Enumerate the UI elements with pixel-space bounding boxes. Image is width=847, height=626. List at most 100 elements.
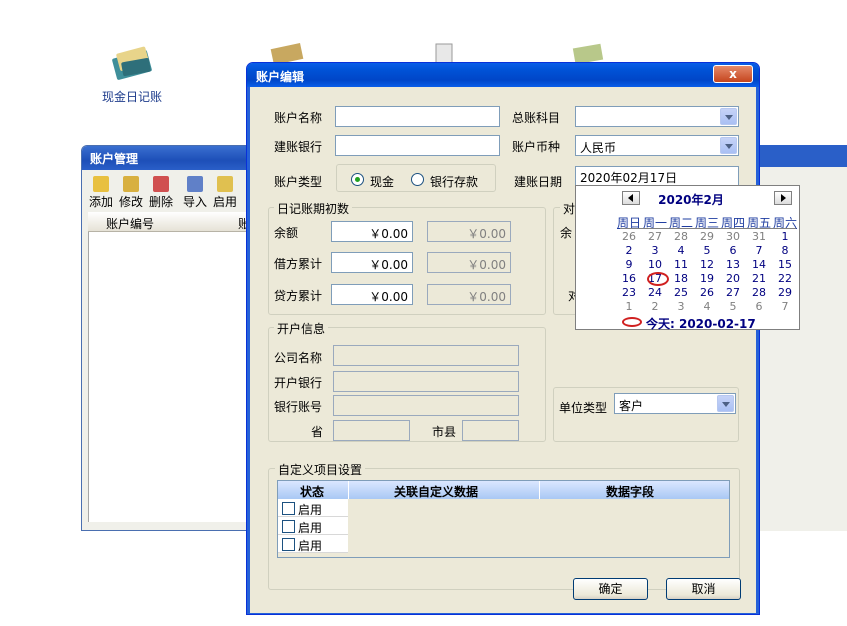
calendar-day[interactable]: 6 (746, 300, 772, 313)
calendar-day[interactable]: 30 (720, 230, 746, 243)
enable-label-3[interactable]: 启用 (298, 537, 322, 554)
calendar-day[interactable]: 20 (720, 272, 746, 285)
delete-button[interactable]: 删除 (146, 174, 176, 210)
calendar-day[interactable]: 22 (772, 272, 798, 285)
debit-total-input[interactable]: ￥0.00 (331, 252, 413, 273)
ledger-icon (270, 43, 304, 65)
balance-input[interactable]: ￥0.00 (331, 221, 413, 242)
calendar-day[interactable]: 1 (616, 300, 642, 313)
bank-account-input (333, 395, 519, 416)
calendar-day[interactable]: 7 (746, 244, 772, 257)
calendar-day[interactable]: 12 (694, 258, 720, 271)
calendar-day[interactable]: 1 (772, 230, 798, 243)
currency-select[interactable]: 人民币 (575, 135, 739, 156)
open-account-title: 开户信息 (274, 320, 329, 337)
enable-checkbox-2[interactable] (282, 520, 295, 533)
col-data-field[interactable]: 数据字段 (606, 483, 654, 500)
dialog-title: 账户编辑 (247, 63, 759, 87)
calendar-day[interactable]: 29 (772, 286, 798, 299)
radio-bank-deposit-label[interactable]: 银行存款 (430, 173, 478, 190)
enable-label-1[interactable]: 启用 (298, 501, 322, 518)
calendar-day[interactable]: 26 (694, 286, 720, 299)
calendar-day[interactable]: 13 (720, 258, 746, 271)
col-status[interactable]: 状态 (300, 483, 324, 500)
col-linked-data[interactable]: 关联自定义数据 (394, 483, 478, 500)
calendar-header: 2020年2月 (576, 186, 799, 209)
document-desktop-icon[interactable] (430, 40, 460, 65)
balance-label: 余额 (274, 226, 299, 240)
calendar-day[interactable]: 8 (772, 244, 798, 257)
calendar-day[interactable]: 31 (746, 230, 772, 243)
calendar-day[interactable]: 3 (642, 244, 668, 257)
calendar-day[interactable]: 3 (668, 300, 694, 313)
ledger-subject-select[interactable] (575, 106, 739, 127)
calendar-day[interactable]: 19 (694, 272, 720, 285)
col-account-number[interactable]: 账户编号 (106, 215, 154, 232)
calendar-day[interactable]: 5 (720, 300, 746, 313)
ok-button[interactable]: 确定 (573, 578, 648, 600)
enable-checkbox-3[interactable] (282, 538, 295, 551)
calendar-day[interactable]: 9 (616, 258, 642, 271)
calendar-day[interactable]: 28 (668, 230, 694, 243)
calendar-day[interactable]: 4 (668, 244, 694, 257)
import-button[interactable]: 导入 (180, 174, 210, 210)
province-label: 省 (311, 425, 324, 439)
calendar-day[interactable]: 6 (720, 244, 746, 257)
calendar-day[interactable]: 15 (772, 258, 798, 271)
edit-button[interactable]: 修改 (116, 174, 146, 210)
enable-button[interactable]: 启用 (210, 174, 240, 210)
city-input (462, 420, 519, 441)
calendar-day[interactable]: 27 (642, 230, 668, 243)
calendar-day[interactable]: 24 (642, 286, 668, 299)
bank-input[interactable] (335, 135, 500, 156)
calendar-day[interactable]: 29 (694, 230, 720, 243)
radio-cash[interactable] (351, 173, 364, 186)
calendar-day[interactable]: 21 (746, 272, 772, 285)
calendar-day[interactable]: 25 (668, 286, 694, 299)
initial-balance-title: 日记账期初数 (274, 200, 353, 217)
account-name-input[interactable] (335, 106, 500, 127)
calendar-day[interactable]: 10 (642, 258, 668, 271)
start-date-input[interactable]: 2020年02月17日 (575, 166, 739, 186)
chevron-down-icon[interactable] (717, 395, 734, 412)
unit-type-select[interactable]: 客户 (614, 393, 736, 414)
enable-label-2[interactable]: 启用 (298, 519, 322, 536)
calendar-day[interactable]: 14 (746, 258, 772, 271)
calendar-day[interactable]: 2 (616, 244, 642, 257)
selected-day-marker (647, 272, 669, 286)
account-type-label: 账户类型 (274, 175, 323, 189)
open-bank-label: 开户银行 (274, 376, 323, 390)
calendar-day[interactable]: 18 (668, 272, 694, 285)
calendar-day[interactable]: 4 (694, 300, 720, 313)
enable-checkbox-1[interactable] (282, 502, 295, 515)
radio-cash-label[interactable]: 现金 (370, 173, 394, 190)
chevron-down-icon[interactable] (720, 108, 737, 125)
calendar-day[interactable]: 26 (616, 230, 642, 243)
start-date-label: 建账日期 (514, 175, 563, 189)
calendar-day[interactable]: 7 (772, 300, 798, 313)
account-grid-body[interactable] (88, 232, 256, 522)
chevron-down-icon[interactable] (720, 137, 737, 154)
next-month-button[interactable] (774, 191, 792, 205)
calendar-day[interactable]: 16 (616, 272, 642, 285)
calendar-day[interactable]: 23 (616, 286, 642, 299)
add-button[interactable]: 添加 (86, 174, 116, 210)
cash-journal-desktop-icon[interactable] (108, 40, 158, 82)
credit-total-label: 贷方累计 (274, 289, 323, 303)
calendar-day[interactable]: 27 (720, 286, 746, 299)
calendar-day[interactable]: 11 (668, 258, 694, 271)
cancel-button[interactable]: 取消 (666, 578, 741, 600)
calendar-day[interactable]: 28 (746, 286, 772, 299)
radio-bank-deposit[interactable] (411, 173, 424, 186)
reconcile-balance-label: 余 (560, 226, 573, 240)
company-name-input (333, 345, 519, 366)
credit-total-input[interactable]: ￥0.00 (331, 284, 413, 305)
import-icon (187, 176, 203, 192)
cash-journal-label[interactable]: 现金日记账 (102, 88, 162, 105)
calendar-day[interactable]: 2 (642, 300, 668, 313)
calendar-day[interactable]: 5 (694, 244, 720, 257)
report-desktop-icon[interactable] (568, 40, 608, 65)
today-link[interactable]: 今天: 2020-02-17 (646, 315, 756, 332)
ledger-desktop-icon[interactable] (268, 40, 308, 65)
close-button[interactable]: x (713, 65, 753, 83)
